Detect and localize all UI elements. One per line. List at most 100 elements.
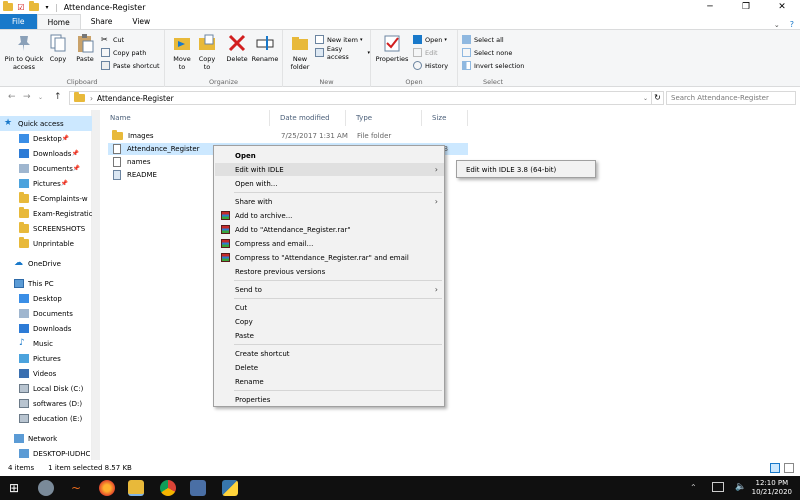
- open-button[interactable]: Open ▾: [413, 34, 447, 45]
- nav-pc-local-disk-c[interactable]: Local Disk (C:): [0, 381, 92, 396]
- new-folder-quick-icon[interactable]: [29, 1, 39, 12]
- speaker-icon[interactable]: 🔈: [735, 482, 746, 492]
- column-header-size[interactable]: Size: [422, 110, 468, 126]
- menu-send-to[interactable]: Send to ›: [215, 283, 444, 296]
- file-row-images[interactable]: Images 7/25/2017 1:31 AM File folder: [108, 130, 468, 142]
- nav-quick-access[interactable]: ★ Quick access: [0, 116, 92, 131]
- nav-pc-downloads[interactable]: Downloads: [0, 321, 92, 336]
- back-arrow-icon[interactable]: ←: [8, 92, 16, 102]
- cut-button[interactable]: ✂ Cut: [101, 34, 124, 45]
- menu-paste[interactable]: Paste: [215, 329, 444, 342]
- nav-quick-screenshots[interactable]: SCREENSHOTS: [0, 221, 92, 236]
- tab-share[interactable]: Share: [81, 14, 123, 29]
- menu-add-to-rar[interactable]: Add to "Attendance_Register.rar": [215, 223, 444, 236]
- properties-button[interactable]: Properties: [375, 33, 409, 63]
- up-arrow-icon[interactable]: ↑: [54, 92, 62, 102]
- forward-arrow-icon[interactable]: →: [23, 92, 31, 102]
- menu-properties[interactable]: Properties: [215, 393, 444, 406]
- menu-restore-previous-versions[interactable]: Restore previous versions: [215, 265, 444, 278]
- easy-access-button[interactable]: Easy access ▾: [315, 45, 370, 61]
- move-to-button[interactable]: Move to: [170, 33, 194, 71]
- menu-edit-with-idle-38[interactable]: Edit with IDLE 3.8 (64-bit): [458, 163, 595, 176]
- minimize-button[interactable]: ─: [692, 0, 728, 14]
- app-icon[interactable]: [190, 480, 206, 496]
- properties-quick-icon[interactable]: ☑: [16, 2, 26, 12]
- menu-compress-and-email[interactable]: Compress and email...: [215, 237, 444, 250]
- chrome-icon[interactable]: [160, 480, 176, 496]
- menu-copy[interactable]: Copy: [215, 315, 444, 328]
- edit-button[interactable]: Edit: [413, 47, 438, 58]
- tab-file[interactable]: File: [0, 14, 37, 29]
- nav-quick-downloads[interactable]: Downloads 📌: [0, 146, 92, 161]
- paste-shortcut-button[interactable]: Paste shortcut: [101, 60, 160, 71]
- new-folder-button[interactable]: New folder: [287, 33, 313, 71]
- windows-start-icon[interactable]: ⊞: [6, 480, 22, 496]
- nav-pc-music[interactable]: ♪ Music: [0, 336, 92, 351]
- copy-to-button[interactable]: Copy to: [195, 33, 219, 71]
- nav-network[interactable]: Network: [0, 431, 92, 446]
- maximize-button[interactable]: ❐: [728, 0, 764, 14]
- nav-pc-pictures[interactable]: Pictures: [0, 351, 92, 366]
- help-icon[interactable]: ?: [790, 20, 794, 29]
- rename-button[interactable]: Rename: [251, 33, 279, 63]
- clock[interactable]: 12:10 PM 10/21/2020: [752, 479, 792, 497]
- nav-pc-documents[interactable]: Documents: [0, 306, 92, 321]
- column-header-name[interactable]: Name: [100, 110, 270, 126]
- nav-pc-education-e[interactable]: education (E:): [0, 411, 92, 426]
- menu-cut[interactable]: Cut: [215, 301, 444, 314]
- nav-quick-unprintable[interactable]: Unprintable: [0, 236, 92, 251]
- menu-add-to-archive[interactable]: Add to archive...: [215, 209, 444, 222]
- python-icon[interactable]: [222, 480, 238, 496]
- firefox-icon[interactable]: [99, 480, 115, 496]
- nav-pc-videos[interactable]: Videos: [0, 366, 92, 381]
- menu-compress-rar-email[interactable]: Compress to "Attendance_Register.rar" an…: [215, 251, 444, 264]
- tab-home[interactable]: Home: [36, 14, 81, 29]
- menu-open[interactable]: Open: [215, 149, 444, 162]
- menu-create-shortcut[interactable]: Create shortcut: [215, 347, 444, 360]
- close-button[interactable]: ✕: [764, 0, 800, 14]
- nav-pc-softwares-d[interactable]: softwares (D:): [0, 396, 92, 411]
- nav-scrollbar[interactable]: [92, 110, 100, 460]
- nav-quick-exam-registration[interactable]: Exam-Registratic: [0, 206, 92, 221]
- pin-quick-access-button[interactable]: Pin to Quick access: [4, 33, 44, 71]
- nav-network-desktop[interactable]: DESKTOP-IUDHC: [0, 446, 92, 461]
- column-header-type[interactable]: Type: [346, 110, 422, 126]
- history-button[interactable]: History: [413, 60, 448, 71]
- delete-button[interactable]: Delete: [225, 33, 249, 63]
- menu-open-with[interactable]: Open with...: [215, 177, 444, 190]
- nav-pc-desktop[interactable]: Desktop: [0, 291, 92, 306]
- recent-dropdown-icon[interactable]: ⌄: [38, 94, 43, 101]
- refresh-icon[interactable]: ↻: [652, 91, 664, 105]
- address-dropdown-icon[interactable]: ⌄: [643, 95, 648, 102]
- select-all-button[interactable]: Select all: [462, 34, 504, 45]
- nav-quick-desktop[interactable]: Desktop 📌: [0, 131, 92, 146]
- tab-view[interactable]: View: [122, 14, 160, 29]
- nav-quick-e-complaints[interactable]: E-Complaints-w: [0, 191, 92, 206]
- ribbon-expand-icon[interactable]: ⌄: [774, 21, 780, 29]
- app-icon[interactable]: [38, 480, 54, 496]
- nav-onedrive[interactable]: ☁ OneDrive: [0, 256, 92, 271]
- app-icon[interactable]: ~: [68, 480, 84, 496]
- select-none-button[interactable]: Select none: [462, 47, 512, 58]
- menu-edit-with-idle[interactable]: Edit with IDLE ›: [215, 163, 444, 176]
- nav-quick-documents[interactable]: Documents 📌: [0, 161, 92, 176]
- file-explorer-icon[interactable]: [128, 480, 144, 496]
- new-item-button[interactable]: New item ▾: [315, 34, 362, 45]
- quick-access-dropdown-icon[interactable]: ▾: [42, 2, 52, 12]
- search-input[interactable]: Search Attendance-Register: [666, 91, 796, 105]
- menu-delete[interactable]: Delete: [215, 361, 444, 374]
- network-icon[interactable]: [712, 482, 724, 492]
- large-icons-view-icon[interactable]: [784, 463, 794, 473]
- address-field[interactable]: › Attendance-Register ⌄: [69, 91, 652, 105]
- paste-button[interactable]: Paste: [74, 33, 96, 63]
- nav-quick-pictures[interactable]: Pictures 📌: [0, 176, 92, 191]
- column-header-date[interactable]: Date modified: [270, 110, 346, 126]
- copy-button[interactable]: Copy: [48, 33, 68, 63]
- invert-selection-button[interactable]: Invert selection: [462, 60, 524, 71]
- details-view-icon[interactable]: [770, 463, 780, 473]
- menu-rename[interactable]: Rename: [215, 375, 444, 388]
- nav-this-pc[interactable]: This PC: [0, 276, 92, 291]
- menu-share-with[interactable]: Share with ›: [215, 195, 444, 208]
- copy-path-button[interactable]: Copy path: [101, 47, 146, 58]
- chevron-up-icon[interactable]: ⌃: [690, 483, 697, 492]
